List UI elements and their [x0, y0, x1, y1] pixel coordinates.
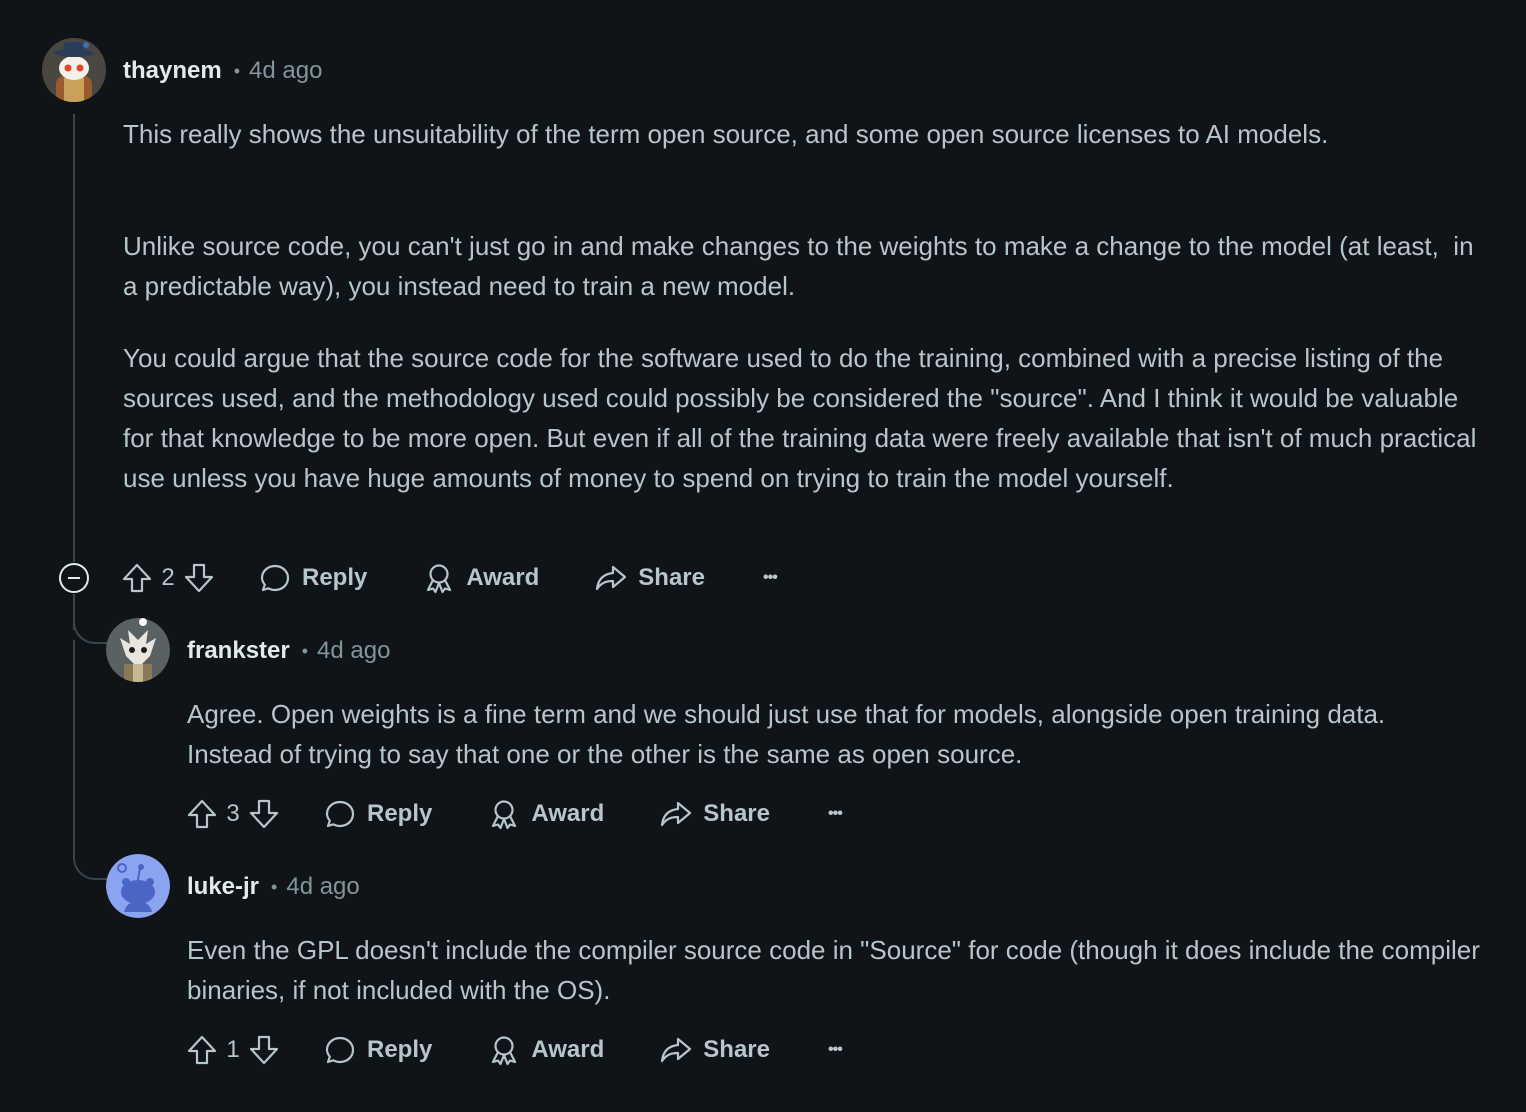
reply-label: Reply [302, 564, 368, 591]
award-icon [488, 1034, 520, 1066]
thread-line[interactable] [73, 114, 75, 562]
reply-button[interactable]: Reply [259, 562, 367, 594]
vote-count: 3 [226, 800, 240, 827]
comment-body: Agree. Open weights is a fine term and w… [187, 694, 1477, 774]
thread-connector [73, 854, 109, 880]
comment-actions: 1 Reply Award Share ••• [186, 1030, 843, 1070]
comment-meta: frankster • 4d ago [187, 636, 390, 666]
share-arrow-icon [660, 798, 692, 830]
share-arrow-icon [660, 1034, 692, 1066]
award-button[interactable]: Award [488, 798, 604, 830]
timestamp[interactable]: 4d ago [249, 56, 322, 86]
reply-label: Reply [367, 800, 433, 827]
more-options-button[interactable]: ••• [827, 805, 843, 823]
avatar[interactable] [106, 854, 170, 918]
comment-actions: 2 Reply Award Share ••• [121, 558, 778, 598]
downvote-icon[interactable] [183, 562, 215, 594]
user-avatar-icon [106, 618, 170, 682]
snoo-avatar-icon [106, 854, 170, 918]
reply-button[interactable]: Reply [324, 798, 432, 830]
collapse-icon[interactable] [59, 563, 89, 593]
reply-bubble-icon [259, 562, 291, 594]
award-label: Award [531, 1036, 605, 1063]
share-button[interactable]: Share [660, 1034, 770, 1066]
more-options-button[interactable]: ••• [762, 569, 778, 587]
timestamp[interactable]: 4d ago [286, 872, 359, 902]
share-button[interactable]: Share [595, 562, 705, 594]
comment-paragraph: Agree. Open weights is a fine term and w… [187, 699, 1393, 769]
upvote-icon[interactable] [121, 562, 153, 594]
user-avatar-icon [42, 38, 106, 102]
comment-meta: thaynem • 4d ago [123, 56, 322, 86]
username[interactable]: luke-jr [187, 872, 259, 902]
share-label: Share [703, 1036, 770, 1063]
downvote-icon[interactable] [248, 1034, 280, 1066]
more-dots-icon: ••• [827, 1041, 843, 1058]
share-button[interactable]: Share [660, 798, 770, 830]
downvote-icon[interactable] [248, 798, 280, 830]
share-label: Share [638, 564, 705, 591]
comment-thread: thaynem • 4d ago This really shows the u… [0, 0, 1526, 1112]
vote-count: 1 [226, 1036, 240, 1063]
separator-dot: • [301, 641, 309, 661]
award-icon [423, 562, 455, 594]
thread-connector [73, 620, 109, 644]
award-button[interactable]: Award [488, 1034, 604, 1066]
more-dots-icon: ••• [827, 805, 843, 822]
award-icon [488, 798, 520, 830]
online-indicator [139, 618, 147, 626]
more-dots-icon: ••• [762, 569, 778, 586]
more-options-button[interactable]: ••• [827, 1041, 843, 1059]
username[interactable]: frankster [187, 636, 290, 666]
share-label: Share [703, 800, 770, 827]
separator-dot: • [233, 61, 241, 81]
vote-count: 2 [161, 564, 175, 591]
upvote-icon[interactable] [186, 1034, 218, 1066]
award-button[interactable]: Award [423, 562, 539, 594]
reply-bubble-icon [324, 798, 356, 830]
comment-body: This really shows the unsuitability of t… [123, 114, 1493, 498]
reply-label: Reply [367, 1036, 433, 1063]
comment-paragraph: You could argue that the source code for… [123, 343, 1484, 493]
comment-meta: luke-jr • 4d ago [187, 872, 360, 902]
reply-bubble-icon [324, 1034, 356, 1066]
reply-button[interactable]: Reply [324, 1034, 432, 1066]
separator-dot: • [271, 877, 278, 897]
comment-actions: 3 Reply Award Share ••• [186, 794, 843, 834]
avatar[interactable] [106, 618, 170, 682]
thread-line[interactable] [73, 640, 75, 856]
avatar[interactable] [42, 38, 106, 102]
share-arrow-icon [595, 562, 627, 594]
comment-paragraph: This really shows the unsuitability of t… [123, 119, 1329, 149]
timestamp[interactable]: 4d ago [317, 636, 390, 666]
comment-body: Even the GPL doesn't include the compile… [187, 930, 1487, 1010]
username[interactable]: thaynem [123, 56, 222, 86]
comment-paragraph: Unlike source code, you can't just go in… [123, 231, 1481, 301]
upvote-icon[interactable] [186, 798, 218, 830]
award-label: Award [531, 800, 605, 827]
award-label: Award [466, 564, 540, 591]
comment-paragraph: Even the GPL doesn't include the compile… [187, 935, 1488, 1005]
